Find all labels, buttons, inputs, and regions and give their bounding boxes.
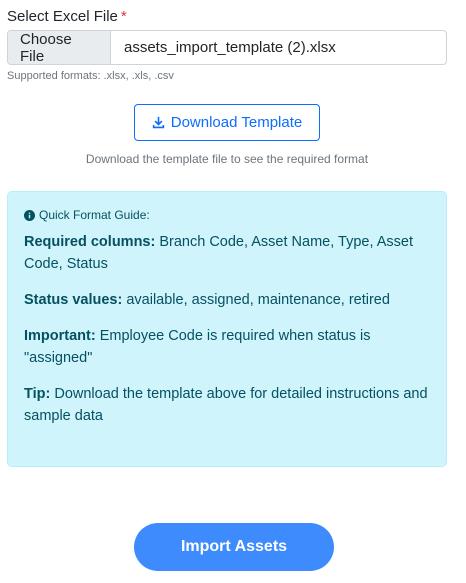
format-guide-panel: Quick Format Guide: Required columns: Br… — [7, 191, 447, 467]
guide-item-label: Required columns: — [24, 234, 156, 250]
guide-item-required-columns: Required columns: Branch Code, Asset Nam… — [24, 231, 430, 275]
supported-formats-hint: Supported formats: .xlsx, .xls, .csv — [7, 70, 174, 82]
file-input[interactable]: Choose File assets_import_template (2).x… — [7, 30, 447, 65]
info-circle-icon — [24, 209, 35, 221]
download-template-label: Download Template — [170, 114, 303, 131]
download-template-button[interactable]: Download Template — [134, 104, 320, 141]
guide-header: Quick Format Guide: — [24, 208, 430, 222]
guide-item-text: available, assigned, maintenance, retire… — [122, 292, 390, 308]
guide-item-text: Download the template above for detailed… — [24, 386, 428, 424]
download-caption: Download the template file to see the re… — [85, 152, 369, 166]
guide-item-label: Important: — [24, 328, 96, 344]
required-mark: * — [120, 8, 127, 25]
guide-item-status-values: Status values: available, assigned, main… — [24, 289, 430, 311]
file-field-label: Select Excel File * — [7, 8, 127, 25]
guide-item-important: Important: Employee Code is required whe… — [24, 325, 430, 369]
choose-file-button[interactable]: Choose File — [8, 31, 111, 64]
import-assets-button[interactable]: Import Assets — [134, 523, 334, 571]
guide-item-label: Status values: — [24, 292, 123, 308]
selected-file-name: assets_import_template (2).xlsx — [124, 39, 336, 56]
file-label-text: Select Excel File — [7, 8, 118, 25]
guide-item-tip: Tip: Download the template above for det… — [24, 383, 430, 427]
download-icon — [152, 116, 164, 129]
guide-item-label: Tip: — [24, 386, 51, 402]
guide-title: Quick Format Guide: — [39, 208, 150, 222]
